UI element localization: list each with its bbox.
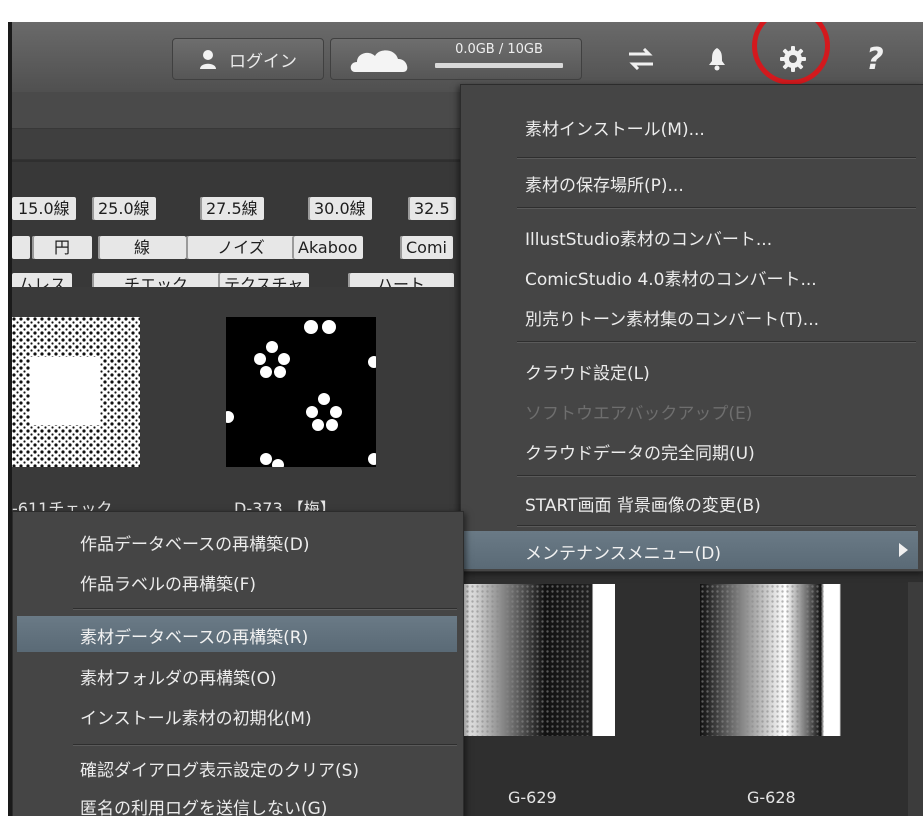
bell-icon — [709, 48, 725, 71]
submenu-item-disable-usage-log[interactable]: 匿名の利用ログを送信しない(G) — [80, 794, 327, 816]
submenu-item-rebuild-artwork-labels[interactable]: 作品ラベルの再構築(F) — [80, 570, 256, 595]
submenu-item-rebuild-material-folder[interactable]: 素材フォルダの再構築(O) — [80, 664, 277, 689]
help-icon: ? — [866, 41, 884, 77]
login-label: ログイン — [229, 51, 297, 72]
material-thumbnail[interactable] — [222, 317, 380, 471]
tag-chip[interactable] — [12, 236, 30, 259]
menu-separator — [517, 475, 916, 477]
menu-item-maintenance[interactable]: メンテナンスメニュー(D) — [463, 531, 918, 569]
cloud-icon — [350, 50, 408, 72]
menu-item-start-background[interactable]: START画面 背景画像の変更(B) — [525, 491, 761, 516]
submenu-item-clear-dialog-settings[interactable]: 確認ダイアログ表示設定のクリア(S) — [80, 756, 359, 781]
tag-chip[interactable]: ノイズ — [186, 236, 296, 259]
user-icon — [200, 50, 216, 69]
menu-separator — [73, 608, 457, 610]
tag-chip[interactable]: 32.5 — [408, 197, 456, 220]
settings-highlight-circle — [752, 22, 830, 85]
sync-icon — [629, 48, 653, 70]
submenu-item-rebuild-material-db[interactable]: 素材データベースの再構築(R) — [17, 616, 457, 652]
submenu-arrow-icon — [899, 543, 908, 557]
menu-separator — [73, 744, 457, 746]
menu-item-software-backup: ソフトウエアバックアップ(E) — [525, 404, 753, 424]
menu-item-convert-tone-collection[interactable]: 別売りトーン素材集のコンバート(T)... — [525, 305, 819, 330]
gradient-tone-image — [700, 584, 855, 736]
sync-button[interactable] — [626, 44, 656, 74]
tag-chip[interactable]: 30.0線 — [308, 197, 372, 220]
tag-chip[interactable]: 15.0線 — [12, 197, 76, 220]
tag-chip[interactable]: 27.5線 — [200, 197, 264, 220]
storage-usage-bar — [435, 63, 563, 68]
submenu-item-label: 素材データベースの再構築(R) — [80, 628, 309, 648]
material-thumbnail[interactable] — [700, 584, 855, 740]
top-bar: ログイン 0.0GB / 10GB ? — [12, 22, 923, 93]
notification-button[interactable] — [702, 44, 732, 74]
menu-item-material-location[interactable]: 素材の保存場所(P)... — [525, 171, 684, 196]
tag-chip[interactable]: 25.0線 — [92, 197, 156, 220]
gradient-tone-image — [460, 584, 615, 736]
submenu-item-reset-installed-materials[interactable]: インストール素材の初期化(M) — [80, 704, 312, 729]
menu-separator — [517, 207, 916, 209]
material-grid: -611チェック D-373 【梅】 — [12, 287, 472, 547]
menu-item-cloud-full-sync[interactable]: クラウドデータの完全同期(U) — [525, 439, 755, 464]
menu-item-install-material[interactable]: 素材インストール(M)... — [525, 115, 705, 140]
maintenance-submenu: 作品データベースの再構築(D) 作品ラベルの再構築(F) 素材データベースの再構… — [12, 511, 464, 816]
menu-item-maintenance-label: メンテナンスメニュー(D) — [525, 544, 722, 564]
material-label: G-629 — [508, 788, 557, 807]
plum-blossom-pattern-image — [222, 317, 380, 471]
menu-separator — [517, 341, 916, 343]
login-button[interactable]: ログイン — [172, 38, 324, 80]
material-thumbnail[interactable] — [12, 317, 140, 471]
cloud-storage-indicator[interactable]: 0.0GB / 10GB — [330, 38, 582, 80]
tag-chip[interactable]: Akaboo — [292, 236, 364, 259]
material-label: G-628 — [747, 788, 796, 807]
material-grid-lower: G-629 G-628 — [460, 570, 923, 816]
scrollbar[interactable] — [908, 582, 923, 816]
menu-item-convert-illuststudio[interactable]: IllustStudio素材のコンバート... — [525, 225, 772, 250]
menu-separator — [517, 157, 916, 159]
menu-separator — [517, 525, 916, 527]
check-pattern-image — [12, 317, 140, 467]
menu-item-cloud-settings[interactable]: クラウド設定(L) — [525, 359, 650, 384]
material-thumbnail[interactable] — [460, 584, 615, 740]
clip-studio-window: ログイン 0.0GB / 10GB ? 15.0線 25.0線 27.5線 30… — [12, 22, 923, 816]
menu-item-convert-comicstudio[interactable]: ComicStudio 4.0素材のコンバート... — [525, 265, 817, 290]
tag-chip[interactable]: Comi — [400, 236, 453, 259]
storage-usage-text: 0.0GB / 10GB — [455, 42, 543, 57]
submenu-item-rebuild-artwork-db[interactable]: 作品データベースの再構築(D) — [80, 530, 310, 555]
tag-filter-area: 15.0線 25.0線 27.5線 30.0線 32.5 円 線 ノイズ Aka… — [12, 162, 462, 296]
help-button[interactable]: ? — [860, 41, 890, 77]
tag-chip[interactable]: 線 — [98, 236, 186, 259]
tag-chip[interactable]: 円 — [32, 236, 92, 259]
settings-menu: 素材インストール(M)... 素材の保存場所(P)... IllustStudi… — [460, 84, 923, 572]
